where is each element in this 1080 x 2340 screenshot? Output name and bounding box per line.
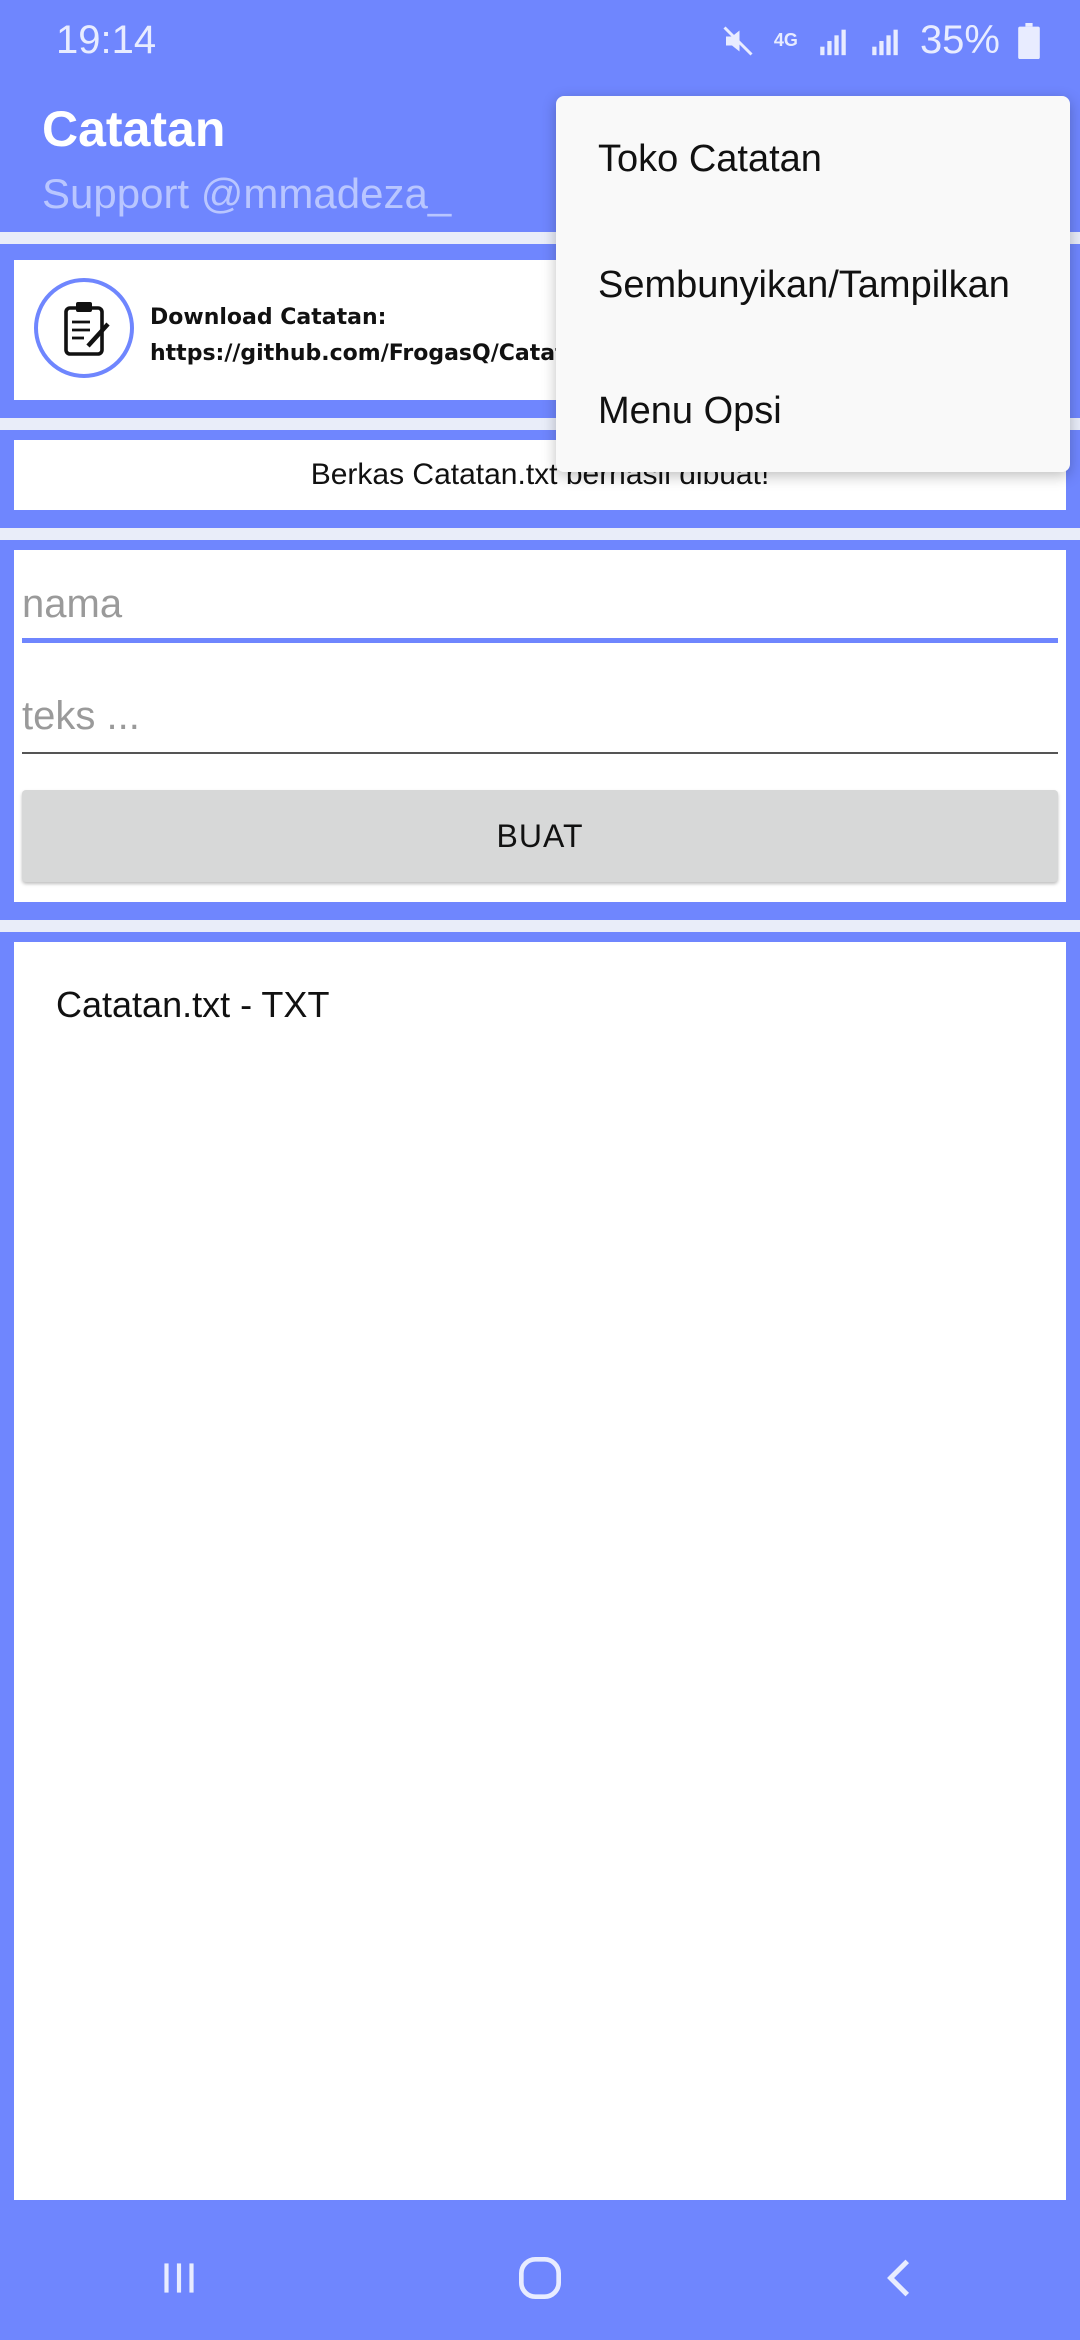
recent-apps-icon[interactable] (154, 2253, 204, 2308)
signal-icon (868, 24, 902, 58)
menu-item-toko-catatan[interactable]: Toko Catatan (598, 138, 822, 181)
app-title: Catatan (42, 101, 226, 157)
signal-icon (816, 24, 850, 58)
note-form: nama teks ... BUAT (14, 550, 1066, 902)
divider (0, 920, 1080, 932)
status-icons: 4G 35% (720, 18, 1040, 63)
banner-text: Download Catatan: https://github.com/Fro… (150, 300, 596, 372)
menu-item-menu-opsi[interactable]: Menu Opsi (598, 390, 782, 433)
text-input[interactable]: teks ... (22, 694, 1058, 754)
banner-line-1: Download Catatan: (150, 305, 387, 330)
file-list: Catatan.txt - TXT (14, 942, 1066, 2200)
status-time: 19:14 (56, 18, 157, 62)
divider (0, 528, 1080, 540)
4g-icon: 4G (773, 30, 798, 50)
navigation-bar (0, 2220, 1080, 2340)
banner-link[interactable]: https://github.com/FrogasQ/Catatan (150, 336, 596, 372)
home-icon[interactable] (512, 2250, 568, 2311)
app-subtitle: Support @mmadeza_ (42, 170, 452, 217)
battery-icon (1018, 22, 1040, 59)
mute-icon (720, 23, 756, 59)
menu-item-toggle-visibility[interactable]: Sembunyikan/Tampilkan (598, 264, 1010, 307)
notepad-icon (34, 278, 134, 378)
create-button[interactable]: BUAT (22, 790, 1058, 882)
text-input-underline (22, 752, 1058, 754)
list-item[interactable]: Catatan.txt - TXT (56, 984, 329, 1026)
name-input[interactable]: nama (22, 582, 1058, 642)
name-input-underline (22, 638, 1058, 643)
back-icon[interactable] (876, 2253, 926, 2308)
overflow-menu: Toko Catatan Sembunyikan/Tampilkan Menu … (556, 96, 1070, 472)
battery-percent: 35% (919, 18, 1000, 62)
